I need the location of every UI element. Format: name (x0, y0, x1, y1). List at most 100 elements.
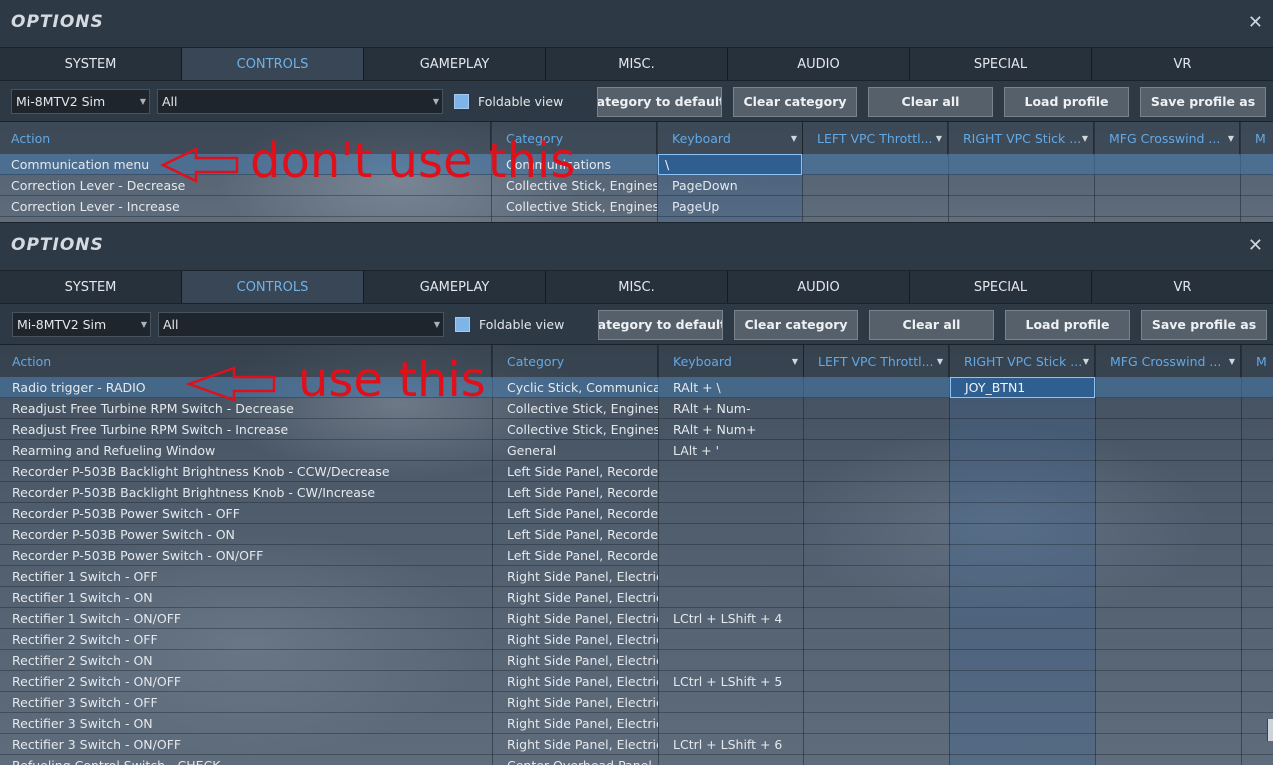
category-cell: General (507, 443, 557, 458)
column-left-throttle[interactable]: LEFT VPC Throttl... ▼ (811, 122, 948, 155)
table-row[interactable]: Rectifier 1 Switch - OFF Right Side Pane… (0, 566, 1273, 587)
tab-vr[interactable]: VR (1092, 48, 1273, 80)
table-row[interactable]: Rectifier 3 Switch - ON Right Side Panel… (0, 713, 1273, 734)
keyboard-binding-cell[interactable]: RAlt + Num+ (667, 419, 803, 440)
table-row[interactable]: Rectifier 2 Switch - ON Right Side Panel… (0, 650, 1273, 671)
column-more[interactable]: M (1249, 122, 1273, 155)
foldable-view-checkbox[interactable] (455, 316, 470, 332)
tab-gameplay[interactable]: GAMEPLAY (364, 271, 546, 303)
column-mfg-crosswind[interactable]: MFG Crosswind ... ▼ (1104, 345, 1241, 378)
keyboard-binding-cell[interactable] (667, 524, 803, 545)
table-row[interactable]: Recorder P-503B Power Switch - ON Left S… (0, 524, 1273, 545)
column-more[interactable]: M (1250, 345, 1273, 378)
table-row[interactable]: Rectifier 1 Switch - ON Right Side Panel… (0, 587, 1273, 608)
category-cell: Left Side Panel, Recorder (507, 506, 658, 521)
table-row[interactable]: Rectifier 2 Switch - ON/OFF Right Side P… (0, 671, 1273, 692)
tab-special[interactable]: SPECIAL (910, 271, 1092, 303)
column-keyboard[interactable]: Keyboard ▼ (667, 345, 804, 378)
dropdown-arrow-icon[interactable]: ▼ (1083, 345, 1089, 378)
keyboard-binding-cell[interactable] (667, 545, 803, 566)
column-right-stick[interactable]: RIGHT VPC Stick ... ▼ (957, 122, 1094, 155)
keyboard-binding-cell[interactable]: PageUp (666, 196, 802, 217)
tab-audio[interactable]: AUDIO (728, 271, 910, 303)
keyboard-binding-cell[interactable]: \ (658, 154, 802, 175)
column-category[interactable]: Category (501, 345, 658, 378)
keyboard-binding-cell[interactable] (667, 566, 803, 587)
table-row[interactable]: Rectifier 1 Switch - ON/OFF Right Side P… (0, 608, 1273, 629)
keyboard-binding-cell[interactable]: RAlt + Num- (667, 398, 803, 419)
load-profile-button[interactable]: Load profile (1004, 87, 1129, 117)
foldable-view-toggle[interactable]: Foldable view (455, 315, 564, 333)
keyboard-binding-cell[interactable]: LCtrl + LShift + 4 (667, 608, 803, 629)
dropdown-arrow-icon[interactable]: ▼ (1229, 345, 1235, 378)
clear-all-button[interactable]: Clear all (869, 310, 994, 340)
right-stick-binding-cell[interactable]: JOY_BTN1 (950, 377, 1095, 398)
table-row[interactable]: Rectifier 3 Switch - OFF Right Side Pane… (0, 692, 1273, 713)
table-row[interactable]: Recorder P-503B Backlight Brightness Kno… (0, 482, 1273, 503)
column-left-throttle[interactable]: LEFT VPC Throttl... ▼ (812, 345, 949, 378)
annotation-dont-use: don't use this (250, 133, 576, 189)
keyboard-binding-cell[interactable]: LCtrl + LShift + 6 (667, 734, 803, 755)
category-select[interactable]: All ▼ (158, 312, 444, 337)
clear-all-button[interactable]: Clear all (868, 87, 993, 117)
table-row[interactable]: Correction Lever - Increase Collective S… (0, 196, 1273, 217)
table-row[interactable]: Rectifier 2 Switch - OFF Right Side Pane… (0, 629, 1273, 650)
keyboard-binding-cell[interactable] (667, 755, 803, 765)
tab-system[interactable]: SYSTEM (0, 48, 182, 80)
column-right-stick[interactable]: RIGHT VPC Stick ... ▼ (958, 345, 1095, 378)
load-profile-button[interactable]: Load profile (1005, 310, 1130, 340)
table-row[interactable]: Recorder P-503B Power Switch - OFF Left … (0, 503, 1273, 524)
tab-controls[interactable]: CONTROLS (182, 271, 364, 303)
category-cell: Left Side Panel, Recorder (507, 548, 658, 563)
save-profile-button[interactable]: Save profile as (1141, 310, 1267, 340)
tab-system[interactable]: SYSTEM (0, 271, 182, 303)
tab-gameplay[interactable]: GAMEPLAY (364, 48, 546, 80)
tab-misc[interactable]: MISC. (546, 48, 728, 80)
tab-misc[interactable]: MISC. (546, 271, 728, 303)
dropdown-arrow-icon[interactable]: ▼ (792, 345, 798, 378)
scrollbar-thumb[interactable] (1267, 719, 1273, 741)
keyboard-binding-cell[interactable]: PageDown (666, 175, 802, 196)
keyboard-binding-cell[interactable] (667, 503, 803, 524)
keyboard-binding-cell[interactable] (667, 692, 803, 713)
column-keyboard[interactable]: Keyboard ▼ (666, 122, 803, 155)
column-mfg-crosswind[interactable]: MFG Crosswind ... ▼ (1103, 122, 1240, 155)
reset-category-button[interactable]: set category to default (597, 87, 722, 117)
reset-category-button[interactable]: set category to default (598, 310, 723, 340)
keyboard-binding-cell[interactable] (667, 629, 803, 650)
keyboard-binding-cell[interactable] (667, 482, 803, 503)
dropdown-arrow-icon[interactable]: ▼ (937, 345, 943, 378)
foldable-view-checkbox[interactable] (454, 93, 469, 109)
category-select[interactable]: All ▼ (157, 89, 443, 114)
table-row[interactable]: Recorder P-503B Power Switch - ON/OFF Le… (0, 545, 1273, 566)
table-row[interactable]: Readjust Free Turbine RPM Switch - Incre… (0, 419, 1273, 440)
keyboard-binding-cell[interactable]: LAlt + ' (667, 440, 803, 461)
foldable-view-toggle[interactable]: Foldable view (454, 92, 563, 110)
clear-category-button[interactable]: Clear category (733, 87, 857, 117)
save-profile-button[interactable]: Save profile as (1140, 87, 1266, 117)
table-row[interactable]: Refueling Control Switch - CHECK Center … (0, 755, 1273, 765)
tab-special[interactable]: SPECIAL (910, 48, 1092, 80)
close-icon[interactable]: ✕ (1248, 235, 1263, 256)
keyboard-binding-cell[interactable]: LCtrl + LShift + 5 (667, 671, 803, 692)
dropdown-arrow-icon[interactable]: ▼ (1228, 122, 1234, 155)
table-row[interactable]: Rectifier 3 Switch - ON/OFF Right Side P… (0, 734, 1273, 755)
table-row[interactable]: Rearming and Refueling Window General LA… (0, 440, 1273, 461)
tab-audio[interactable]: AUDIO (728, 48, 910, 80)
dropdown-arrow-icon[interactable]: ▼ (791, 122, 797, 155)
keyboard-binding-cell[interactable] (667, 587, 803, 608)
close-icon[interactable]: ✕ (1248, 12, 1263, 33)
clear-category-button[interactable]: Clear category (734, 310, 858, 340)
table-row[interactable]: Recorder P-503B Backlight Brightness Kno… (0, 461, 1273, 482)
tab-vr[interactable]: VR (1092, 271, 1273, 303)
dropdown-arrow-icon[interactable]: ▼ (936, 122, 942, 155)
keyboard-binding-cell[interactable] (667, 650, 803, 671)
dropdown-arrow-icon[interactable]: ▼ (1082, 122, 1088, 155)
reset-category-label: set category to default (598, 317, 723, 332)
aircraft-select[interactable]: Mi-8MTV2 Sim ▼ (11, 89, 150, 114)
keyboard-binding-cell[interactable]: RAlt + \ (667, 377, 803, 398)
keyboard-binding-cell[interactable] (667, 713, 803, 734)
tab-controls[interactable]: CONTROLS (182, 48, 364, 80)
keyboard-binding-cell[interactable] (667, 461, 803, 482)
aircraft-select[interactable]: Mi-8MTV2 Sim ▼ (12, 312, 151, 337)
